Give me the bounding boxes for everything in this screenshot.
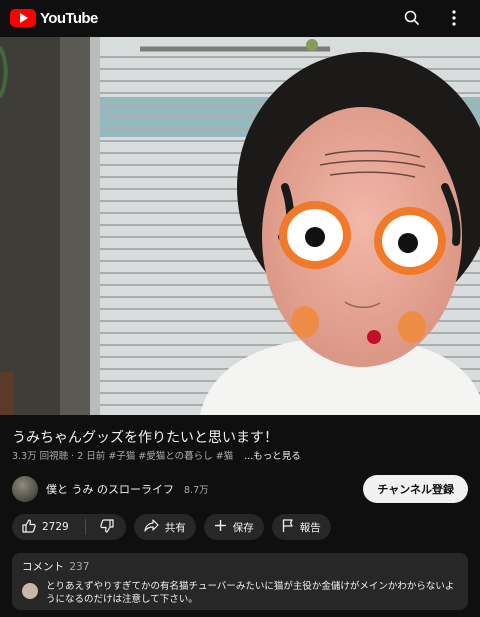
logo-text: YouTube bbox=[40, 9, 98, 27]
thumbs-up-icon bbox=[22, 518, 36, 536]
video-title: うみちゃんグッズを作りたいと思います！ bbox=[12, 430, 278, 446]
report-button[interactable]: 報告 bbox=[271, 514, 331, 540]
dislike-button[interactable] bbox=[92, 514, 126, 540]
flag-icon bbox=[282, 518, 294, 536]
action-bar: 2729 共有 保存 報告 bbox=[12, 514, 331, 540]
subscriber-count: 8.7万 bbox=[184, 485, 209, 496]
share-label: 共有 bbox=[164, 521, 186, 534]
more-link[interactable]: ...もっと見る bbox=[244, 451, 301, 462]
video-meta[interactable]: 3.3万 回視聴 · 2 日前 #子猫 #愛猫との暮らし #猫 ...もっと見る bbox=[12, 450, 472, 464]
youtube-play-icon bbox=[10, 9, 36, 27]
top-bar: YouTube bbox=[0, 0, 480, 36]
plus-icon bbox=[214, 519, 227, 535]
channel-avatar[interactable] bbox=[12, 476, 38, 502]
share-icon bbox=[144, 519, 159, 535]
like-button[interactable]: 2729 bbox=[12, 514, 79, 540]
top-comment: とりあえずやりすぎてかの有名猫チューバーみたいに猫が主役か金儲けがメインかわから… bbox=[22, 580, 458, 606]
channel-name[interactable]: 僕と うみ のスローライフ bbox=[46, 481, 174, 497]
top-comment-text: とりあえずやりすぎてかの有名猫チューバーみたいに猫が主役か金儲けがメインかわから… bbox=[46, 581, 455, 605]
thumbs-down-icon bbox=[100, 518, 114, 536]
video-player[interactable] bbox=[0, 37, 480, 415]
view-count: 3.3万 回視聴 bbox=[12, 451, 69, 462]
comments-label: コメント bbox=[22, 561, 64, 573]
comments-count: 237 bbox=[69, 561, 90, 573]
save-button[interactable]: 保存 bbox=[203, 514, 264, 540]
subscribe-button[interactable]: チャンネル登録 bbox=[363, 475, 468, 503]
like-divider bbox=[84, 519, 86, 535]
hashtags[interactable]: #子猫 #愛猫との暮らし #猫 bbox=[108, 451, 233, 462]
comments-panel[interactable]: コメント 237 とりあえずやりすぎてかの有名猫チューバーみたいに猫が主役か金儲… bbox=[12, 553, 468, 610]
youtube-logo[interactable]: YouTube bbox=[10, 9, 98, 27]
report-label: 報告 bbox=[299, 521, 321, 534]
like-dislike-group: 2729 bbox=[12, 514, 126, 540]
share-button[interactable]: 共有 bbox=[133, 514, 196, 540]
comments-header: コメント 237 bbox=[22, 559, 458, 574]
video-frame-image bbox=[0, 37, 480, 415]
like-count: 2729 bbox=[42, 521, 69, 533]
more-vertical-icon[interactable] bbox=[444, 8, 464, 28]
save-label: 保存 bbox=[232, 521, 254, 534]
upload-age: 2 日前 bbox=[77, 451, 106, 462]
channel-row: 僕と うみ のスローライフ 8.7万 チャンネル登録 bbox=[12, 474, 468, 504]
commenter-avatar bbox=[22, 583, 38, 599]
search-icon[interactable] bbox=[402, 8, 422, 28]
